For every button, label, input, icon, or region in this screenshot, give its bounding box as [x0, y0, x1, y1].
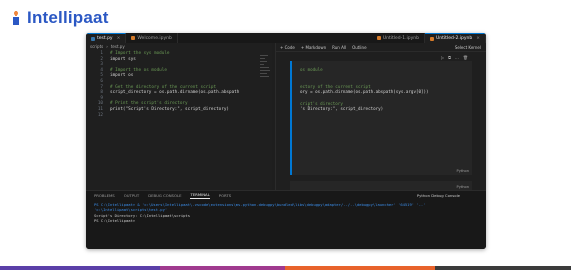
cell-code[interactable]: os module ectory of the current script ory…: [300, 67, 429, 112]
code-text: import sys: [110, 56, 136, 62]
select-kernel-button[interactable]: Select Kernel: [455, 45, 481, 50]
run-by-line-icon[interactable]: ▷: [441, 55, 444, 60]
minimap[interactable]: [258, 53, 272, 113]
tab-output[interactable]: OUTPUT: [124, 193, 139, 198]
tab-welcome-ipynb[interactable]: Welcome.ipynb: [126, 33, 178, 43]
code-line[interactable]: 12: [86, 113, 239, 119]
delete-icon[interactable]: 🗑: [463, 55, 468, 60]
breadcrumb-file[interactable]: test.py: [111, 44, 125, 49]
code-text: import os: [110, 73, 134, 79]
tab-problems[interactable]: PROBLEMS: [94, 193, 115, 198]
add-markdown-button[interactable]: + Markdown: [301, 45, 326, 50]
bottom-panel: PROBLEMS OUTPUT DEBUG CONSOLE TERMINAL P…: [86, 190, 486, 249]
tab-untitled-1-ipynb[interactable]: Untitled-1.ipynb: [372, 33, 426, 43]
footer-stripe: [285, 266, 435, 270]
terminal-line: PS C:\Intellipaat>: [94, 218, 136, 224]
intellipaat-logo: Intellipaat: [8, 8, 109, 28]
notebook-cell[interactable]: ▷ ⧉ … 🗑 os module ectory of the current s…: [290, 55, 472, 175]
terminal-selector[interactable]: Python Debug Console: [417, 193, 460, 198]
notebook-toolbar: + Code + Markdown Run All Outline Select…: [276, 43, 486, 52]
editor-tab-bar: test.py × Welcome.ipynb Untitled-1.ipynb …: [86, 33, 486, 43]
terminal-output[interactable]: PS C:\Intellipaat> & 'c:\Users\Intellipa…: [86, 200, 486, 224]
vscode-window: test.py × Welcome.ipynb Untitled-1.ipynb …: [86, 33, 486, 249]
intellipaat-logo-icon: [13, 11, 19, 25]
tab-debug-console[interactable]: DEBUG CONSOLE: [148, 193, 181, 198]
notebook-file-icon: [131, 36, 136, 40]
cell-language[interactable]: Python: [457, 169, 469, 173]
run-all-button[interactable]: Run All: [332, 45, 346, 50]
cell-language[interactable]: Python: [457, 185, 469, 189]
tab-ports[interactable]: PORTS: [219, 193, 231, 198]
breadcrumb: scripts › test.py: [86, 43, 272, 50]
brand-name: Intellipaat: [27, 8, 109, 27]
close-icon[interactable]: ×: [476, 36, 480, 41]
cell-code-line: 's Directory:", script_directory): [300, 106, 384, 112]
breadcrumb-folder[interactable]: scripts: [90, 44, 103, 49]
add-code-button[interactable]: + Code: [280, 45, 295, 50]
split-cell-icon[interactable]: ⧉: [448, 55, 451, 60]
terminal-line: PS C:\Intellipaat> & 'c:\Users\Intellipa…: [94, 202, 426, 213]
code-text: print("Script's Directory:", script_dire…: [110, 106, 229, 112]
tab-test-py[interactable]: test.py ×: [86, 33, 127, 43]
footer-stripe: [435, 266, 571, 270]
outline-button[interactable]: Outline: [352, 45, 366, 50]
cell-toolbar: ▷ ⧉ … 🗑: [441, 55, 468, 60]
footer-stripe: [160, 266, 285, 270]
line-number: 12: [97, 112, 103, 118]
more-icon[interactable]: …: [455, 55, 459, 60]
code-text: script_directory = os.path.dirname(os.pa…: [110, 90, 240, 96]
python-file-icon: [91, 36, 95, 41]
close-icon[interactable]: ×: [117, 36, 121, 41]
cell-focus-indicator: [290, 61, 292, 175]
chevron-right-icon: ›: [106, 44, 108, 49]
tab-untitled-2-ipynb[interactable]: Untitled-2.ipynb ×: [425, 33, 486, 43]
tab-terminal[interactable]: TERMINAL: [190, 192, 210, 199]
code-editor[interactable]: 1 # Import the sys module 2 import sys 3 4 # I…: [86, 51, 240, 119]
cell-code-line: ory = os.path.dirname(os.path.abspath(sy…: [300, 89, 429, 95]
notebook-file-icon: [430, 36, 435, 41]
footer-stripe: [0, 266, 160, 270]
notebook-file-icon: [376, 36, 381, 40]
panel-tabs: PROBLEMS OUTPUT DEBUG CONSOLE TERMINAL P…: [86, 191, 486, 200]
